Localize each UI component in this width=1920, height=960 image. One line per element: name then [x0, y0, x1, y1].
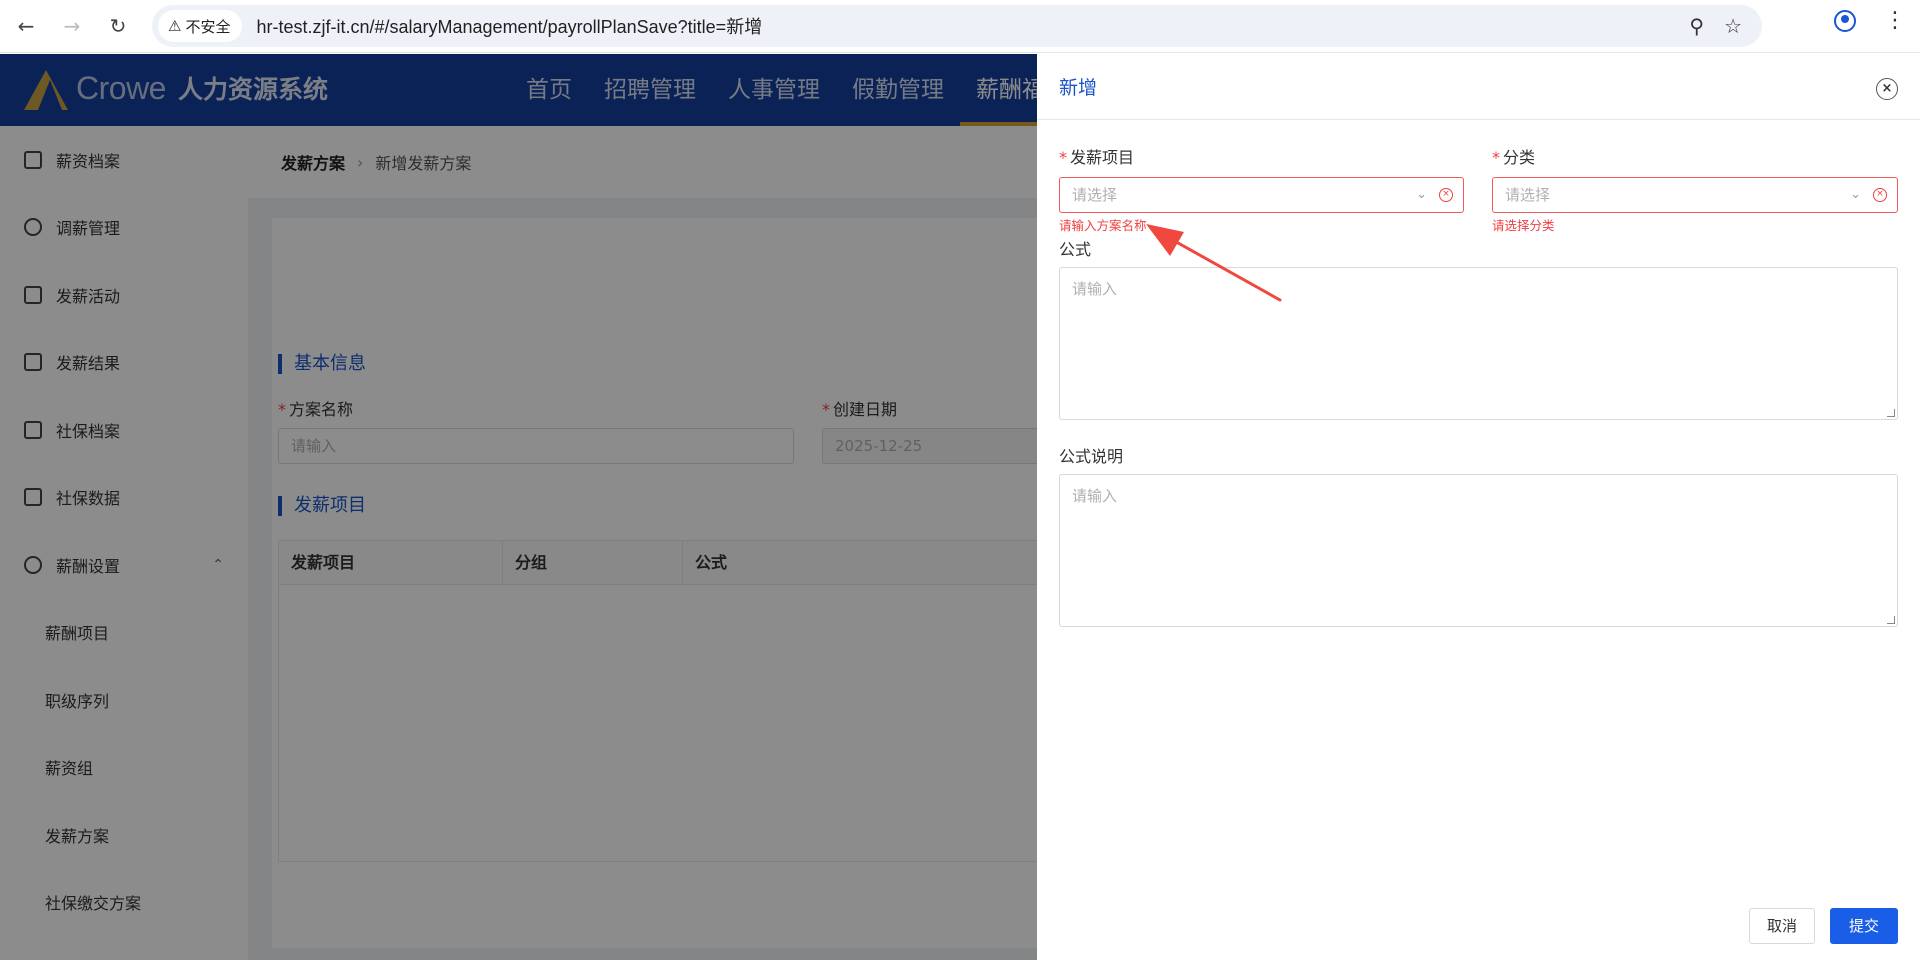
payroll-item-error: 请输入方案名称 [1059, 218, 1147, 233]
chevron-down-icon: ⌄ [1850, 187, 1861, 202]
warning-triangle-icon: ⚠ [168, 17, 182, 35]
textarea-placeholder: 请输入 [1072, 280, 1118, 298]
drawer-title: 新增 [1059, 77, 1098, 99]
security-chip[interactable]: ⚠ 不安全 [158, 10, 243, 42]
clear-circle-icon[interactable]: × [1439, 188, 1453, 202]
resize-handle-icon[interactable] [1887, 409, 1895, 417]
formula-label: 公式 [1059, 240, 1092, 259]
category-label: * 分类 [1492, 148, 1536, 167]
clear-circle-icon[interactable]: × [1873, 188, 1887, 202]
required-mark: * [1059, 148, 1067, 167]
annotation-arrow-icon [1146, 224, 1282, 302]
select-placeholder: 请选择 [1072, 186, 1118, 204]
textarea-placeholder: 请输入 [1072, 487, 1118, 505]
insecure-label: 不安全 [185, 17, 231, 36]
add-drawer: 新增 × * 发薪项目 请选择 ⌄ × 请输入方案名称 * 分类 请选择 ⌄ × 请… [1037, 54, 1920, 960]
drawer-header: 新增 [1037, 54, 1920, 120]
payroll-item-select[interactable]: 请选择 ⌄ × [1059, 177, 1464, 213]
url-text[interactable]: hr-test.zjf-it.cn/#/salaryManagement/pay… [256, 13, 762, 39]
profile-icon[interactable] [1834, 10, 1856, 32]
zoom-icon[interactable]: ⚲ [1689, 14, 1704, 38]
back-arrow-icon[interactable]: ← [6, 6, 46, 46]
category-error: 请选择分类 [1492, 218, 1555, 233]
reload-icon[interactable]: ↻ [98, 6, 138, 46]
resize-handle-icon[interactable] [1887, 616, 1895, 624]
select-placeholder: 请选择 [1505, 186, 1551, 204]
cancel-button[interactable]: 取消 [1749, 908, 1815, 944]
payroll-item-label: * 发薪项目 [1059, 148, 1135, 167]
category-select[interactable]: 请选择 ⌄ × [1492, 177, 1898, 213]
more-menu-icon[interactable]: ⋮ [1884, 10, 1906, 32]
close-icon[interactable]: × [1876, 78, 1898, 100]
forward-arrow-icon[interactable]: → [52, 6, 92, 46]
address-bar[interactable]: ⚠ 不安全 hr-test.zjf-it.cn/#/salaryManageme… [152, 5, 1762, 47]
submit-button[interactable]: 提交 [1830, 908, 1898, 944]
required-mark: * [1492, 148, 1500, 167]
formula-desc-textarea[interactable]: 请输入 [1059, 474, 1898, 627]
star-icon[interactable]: ☆ [1724, 14, 1742, 38]
formula-desc-label: 公式说明 [1059, 447, 1124, 466]
browser-toolbar: ← → ↻ ⚠ 不安全 hr-test.zjf-it.cn/#/salaryMa… [0, 0, 1920, 53]
chevron-down-icon: ⌄ [1416, 187, 1427, 202]
